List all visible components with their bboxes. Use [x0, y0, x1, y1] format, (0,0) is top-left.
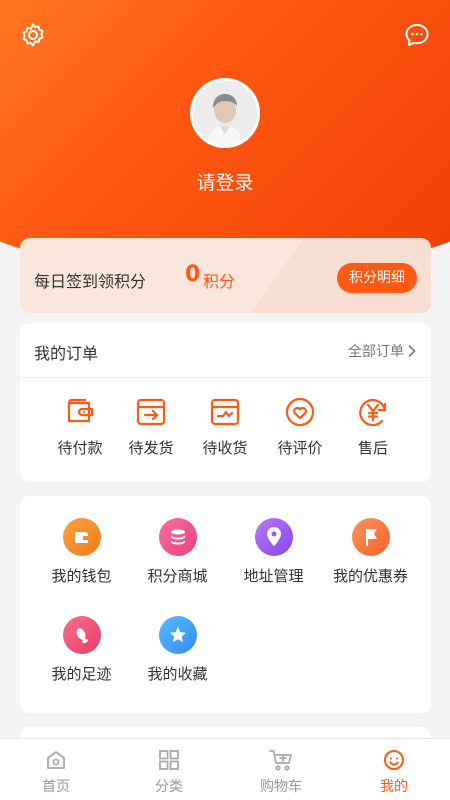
service-label: 我的收藏 [147, 665, 208, 683]
service-item-points-mall[interactable]: 积分商城 [130, 518, 225, 586]
service-label: 我的足迹 [51, 665, 112, 683]
service-item-coupons[interactable]: 我的优惠券 [323, 518, 418, 586]
service-item-wallet[interactable]: 我的钱包 [34, 518, 129, 586]
services-card: 我的钱包 积分商城 地址管理 我的优惠券 我的足迹 我的收藏 [20, 496, 431, 713]
order-label: 待收货 [202, 439, 248, 457]
location-pin-icon [254, 518, 293, 556]
yen-refresh-icon [356, 395, 390, 429]
coins-icon [158, 518, 197, 556]
tab-label: 分类 [155, 779, 183, 795]
all-orders-label: 全部订单 [348, 344, 404, 360]
chat-bubble-icon[interactable] [402, 20, 432, 50]
tab-home[interactable]: 首页 [16, 747, 96, 796]
wallet-icon [63, 395, 97, 429]
bottom-tab-bar: 首页 分类 购物车 我的 [0, 738, 450, 800]
profile-face-icon [381, 747, 407, 773]
grid-icon [156, 747, 182, 773]
service-item-address[interactable]: 地址管理 [226, 518, 321, 586]
tab-label: 购物车 [260, 779, 302, 795]
tab-label: 首页 [42, 779, 70, 795]
flag-icon [351, 518, 390, 556]
orders-card: 我的订单 全部订单 待付款 待发货 待收货 待评价 售后 [20, 323, 431, 482]
order-item-pending-receipt[interactable]: 待收货 [190, 395, 260, 458]
chevron-right-icon [408, 344, 416, 358]
order-status-row: 待付款 待发货 待收货 待评价 售后 [20, 395, 431, 465]
service-item-footprint[interactable]: 我的足迹 [34, 616, 129, 684]
service-label: 地址管理 [243, 567, 304, 585]
points-value: 0 [185, 262, 201, 287]
order-item-after-sales[interactable]: 售后 [338, 395, 408, 458]
tab-cart[interactable]: 购物车 [241, 747, 321, 796]
service-label: 积分商城 [147, 567, 208, 585]
points-card[interactable]: 每日签到领积分 0 积分 积分明细 [20, 238, 431, 313]
all-orders-link[interactable]: 全部订单 [348, 341, 417, 361]
order-label: 待评价 [277, 439, 323, 457]
box-check-icon [208, 395, 242, 429]
order-label: 售后 [357, 439, 388, 457]
box-arrow-icon [134, 395, 168, 429]
footprint-icon [62, 616, 101, 654]
service-label: 我的钱包 [51, 567, 112, 585]
points-label: 每日签到领积分 [34, 272, 147, 291]
gear-icon[interactable] [18, 20, 48, 50]
login-link[interactable]: 请登录 [0, 168, 450, 195]
points-detail-button[interactable]: 积分明细 [337, 263, 417, 293]
service-item-favorites[interactable]: 我的收藏 [130, 616, 225, 684]
orders-title: 我的订单 [34, 344, 99, 363]
tab-label: 我的 [380, 779, 408, 795]
points-unit: 积分 [203, 272, 236, 291]
heart-circle-icon [283, 395, 317, 429]
order-item-pending-payment[interactable]: 待付款 [45, 395, 115, 458]
wallet-icon [62, 518, 101, 556]
order-item-pending-shipment[interactable]: 待发货 [116, 395, 186, 458]
order-label: 待发货 [128, 439, 174, 457]
service-label: 我的优惠券 [332, 567, 408, 585]
avatar[interactable] [190, 78, 260, 148]
order-item-pending-review[interactable]: 待评价 [265, 395, 335, 458]
tab-profile[interactable]: 我的 [354, 747, 434, 796]
order-label: 待付款 [57, 439, 103, 457]
home-icon [43, 747, 69, 773]
star-icon [158, 616, 197, 654]
orders-header: 我的订单 全部订单 [20, 323, 431, 378]
profile-header: 请登录 [0, 0, 450, 275]
tab-category[interactable]: 分类 [129, 747, 209, 796]
cart-icon [268, 747, 294, 773]
